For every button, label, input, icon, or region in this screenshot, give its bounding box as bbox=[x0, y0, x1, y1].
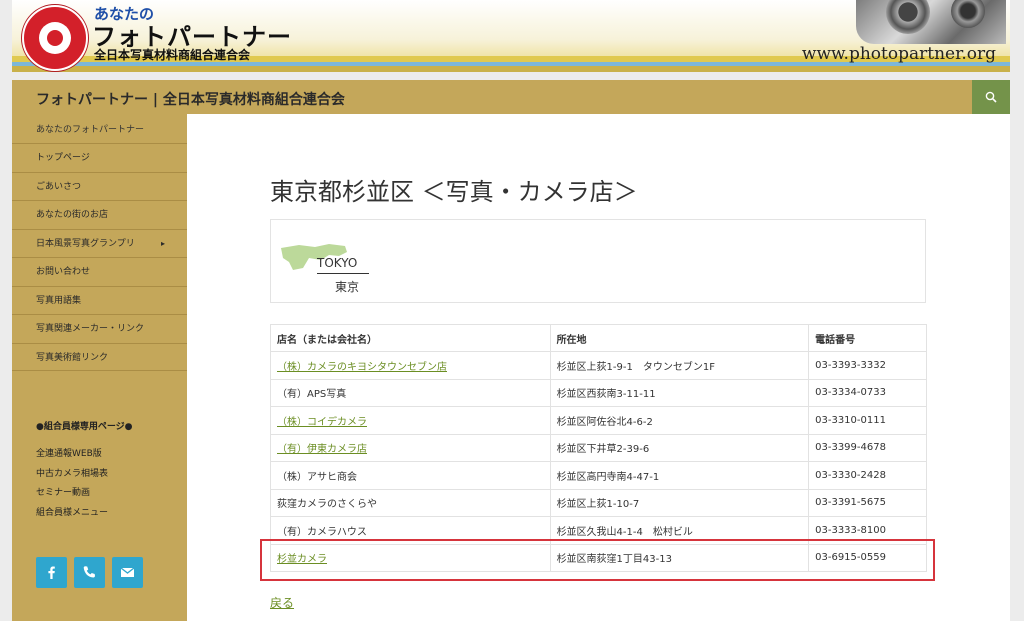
sidebar-nav: トップページ ごあいさつ あなたの街のお店 日本風景写真グランプリ ▸ お問い合わ… bbox=[12, 143, 187, 371]
phone-button[interactable] bbox=[74, 557, 105, 588]
phone-cell: 03-3391-5675 bbox=[808, 488, 927, 517]
sidebar-item-greeting[interactable]: ごあいさつ bbox=[12, 171, 187, 201]
members-link[interactable]: 組合員様メニュー bbox=[36, 504, 108, 524]
sidebar-tagline: あなたのフォトパートナー bbox=[36, 125, 145, 135]
back-link[interactable]: 戻る bbox=[270, 594, 294, 611]
table-row: （株）コイデカメラ 杉並区阿佐谷北4-6-2 03-3310-0111 bbox=[270, 406, 927, 435]
store-name-cell: （株）カメラのキヨシタウンセブン店 bbox=[270, 351, 551, 380]
banner-url: www.photopartner.org bbox=[801, 44, 996, 64]
sidebar-item-label: 写真用語集 bbox=[36, 295, 82, 306]
table-header: 店名（または会社名） bbox=[270, 324, 551, 352]
site-title[interactable]: フォトパートナー | 全日本写真材料商組合連合会 bbox=[36, 89, 345, 109]
address-cell: 杉並区上荻1-9-1 タウンセブン1F bbox=[549, 351, 810, 380]
members-section-title: ●組合員様専用ページ● bbox=[36, 422, 133, 432]
store-table: 店名（または会社名） 所在地 電話番号 （株）カメラのキヨシタウンセブン店 杉並… bbox=[270, 324, 927, 572]
sidebar-item-museum-links[interactable]: 写真美術館リンク bbox=[12, 342, 187, 371]
table-row: 荻窪カメラのさくらや 杉並区上荻1-10-7 03-3391-5675 bbox=[270, 488, 927, 517]
phone-cell: 03-3310-0111 bbox=[808, 406, 927, 435]
members-link[interactable]: 全連通報WEB版 bbox=[36, 445, 108, 465]
phone-icon bbox=[83, 566, 95, 578]
table-header: 所在地 bbox=[549, 324, 810, 352]
address-cell: 杉並区高円寺南4-47-1 bbox=[549, 461, 810, 490]
store-name-cell: （株）アサヒ商会 bbox=[270, 461, 551, 490]
sidebar-item-label: 写真美術館リンク bbox=[36, 352, 109, 363]
store-name-cell: （有）APS写真 bbox=[270, 378, 551, 407]
sidebar-item-label: 日本風景写真グランプリ bbox=[36, 238, 135, 249]
phone-cell: 03-3330-2428 bbox=[808, 461, 927, 490]
table-header-row: 店名（または会社名） 所在地 電話番号 bbox=[270, 324, 927, 352]
site-banner[interactable]: あなたの フォトパートナー 全日本写真材料商組合連合会 www.photopar… bbox=[12, 0, 1010, 72]
camera-image bbox=[856, 0, 1006, 44]
highlight-box bbox=[260, 539, 935, 581]
address-cell: 杉並区西荻南3-11-11 bbox=[549, 378, 810, 407]
sidebar-item-glossary[interactable]: 写真用語集 bbox=[12, 285, 187, 315]
store-name-cell: 荻窪カメラのさくらや bbox=[270, 488, 551, 517]
sidebar-item-label: あなたの街のお店 bbox=[36, 210, 109, 220]
region-divider bbox=[317, 273, 369, 274]
banner-stripe bbox=[12, 66, 1010, 72]
mail-button[interactable] bbox=[112, 557, 143, 588]
table-row: （株）アサヒ商会 杉並区高円寺南4-47-1 03-3330-2428 bbox=[270, 461, 927, 490]
banner-subtitle: 全日本写真材料商組合連合会 bbox=[94, 48, 251, 62]
search-button[interactable] bbox=[972, 80, 1010, 114]
sidebar-item-contact[interactable]: お問い合わせ bbox=[12, 257, 187, 286]
members-link[interactable]: セミナー動画 bbox=[36, 484, 108, 504]
phone-cell: 03-3399-4678 bbox=[808, 433, 927, 462]
sidebar-item-label: トップページ bbox=[36, 153, 90, 163]
address-cell: 杉並区下井草2-39-6 bbox=[549, 433, 810, 462]
sidebar-item-label: ごあいさつ bbox=[36, 181, 82, 192]
facebook-button[interactable] bbox=[36, 557, 67, 588]
table-row: （株）カメラのキヨシタウンセブン店 杉並区上荻1-9-1 タウンセブン1F 03… bbox=[270, 351, 927, 380]
store-link[interactable]: （株）コイデカメラ bbox=[277, 417, 367, 428]
sidebar-item-label: 写真関連メーカー・リンク bbox=[36, 324, 145, 334]
sidebar-item-local-shops[interactable]: あなたの街のお店 bbox=[12, 200, 187, 229]
table-row: （有）APS写真 杉並区西荻南3-11-11 03-3334-0733 bbox=[270, 378, 927, 407]
members-link[interactable]: 中古カメラ相場表 bbox=[36, 465, 108, 485]
region-name-jp: 東京 bbox=[335, 280, 360, 294]
store-link[interactable]: （株）カメラのキヨシタウンセブン店 bbox=[277, 362, 447, 373]
sidebar-item-maker-links[interactable]: 写真関連メーカー・リンク bbox=[12, 314, 187, 343]
facebook-icon bbox=[48, 566, 55, 579]
sidebar: あなたのフォトパートナー トップページ ごあいさつ あなたの街のお店 日本風景写… bbox=[12, 114, 187, 621]
phone-cell: 03-3334-0733 bbox=[808, 378, 927, 407]
sidebar-item-label: お問い合わせ bbox=[36, 267, 91, 277]
table-row: （有）伊東カメラ店 杉並区下井草2-39-6 03-3399-4678 bbox=[270, 433, 927, 462]
address-cell: 杉並区阿佐谷北4-6-2 bbox=[549, 406, 810, 435]
sidebar-item-grand-prix[interactable]: 日本風景写真グランプリ ▸ bbox=[12, 228, 187, 258]
region-name-en: TOKYO bbox=[317, 256, 358, 270]
page-title: 東京都杉並区 ＜写真・カメラ店＞ bbox=[270, 178, 638, 206]
chevron-right-icon: ▸ bbox=[160, 238, 165, 248]
store-link[interactable]: （有）伊東カメラ店 bbox=[277, 444, 367, 455]
address-cell: 杉並区上荻1-10-7 bbox=[549, 488, 810, 517]
search-icon bbox=[985, 91, 997, 103]
mail-icon bbox=[120, 567, 135, 577]
sidebar-item-top[interactable]: トップページ bbox=[12, 143, 187, 172]
region-banner: TOKYO 東京 bbox=[270, 219, 926, 303]
store-name-cell: （有）伊東カメラ店 bbox=[270, 433, 551, 462]
store-name-cell: （株）コイデカメラ bbox=[270, 406, 551, 435]
header-bar: フォトパートナー | 全日本写真材料商組合連合会 bbox=[12, 80, 1010, 114]
phone-cell: 03-3393-3332 bbox=[808, 351, 927, 380]
table-header: 電話番号 bbox=[808, 324, 927, 352]
logo-icon bbox=[22, 5, 88, 71]
members-links: 全連通報WEB版 中古カメラ相場表 セミナー動画 組合員様メニュー bbox=[36, 445, 108, 523]
